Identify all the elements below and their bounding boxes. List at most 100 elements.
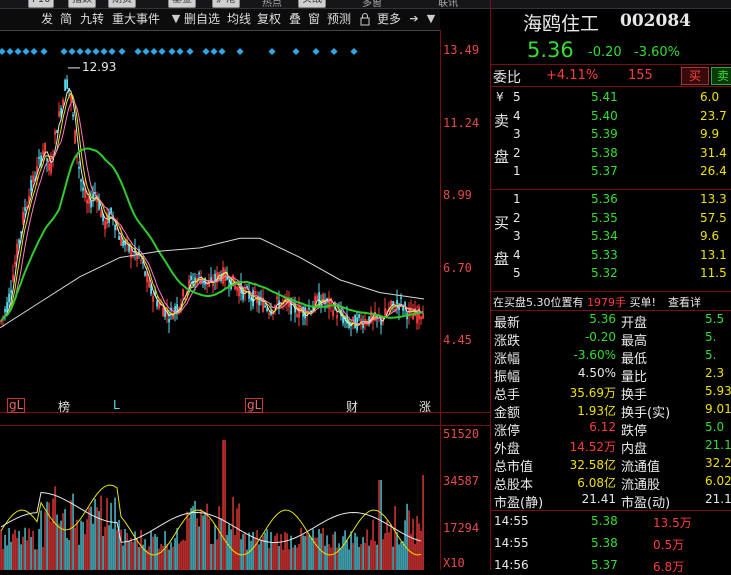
stat-value: -3.60% xyxy=(573,348,616,362)
stat-value: 1.93亿 xyxy=(577,404,616,418)
bid-price[interactable]: 5.34 xyxy=(591,229,618,243)
candle-body xyxy=(18,239,21,244)
ask-price[interactable]: 5.39 xyxy=(591,127,618,141)
volume-axis-label: 17294 xyxy=(443,521,480,535)
arrow-icon[interactable]: ➔ xyxy=(408,12,420,26)
volume-chart[interactable] xyxy=(0,426,440,570)
lock-icon[interactable] xyxy=(359,12,371,26)
event-marker[interactable]: L xyxy=(113,398,120,412)
volume-bar xyxy=(350,531,352,570)
ask-level: 1 xyxy=(513,164,521,179)
bid-price[interactable]: 5.32 xyxy=(591,266,618,280)
toolbar-overlay[interactable]: 叠 xyxy=(289,11,301,27)
tab-f10[interactable]: F10 xyxy=(28,0,55,8)
toolbar-major-events[interactable]: 重大事件 xyxy=(112,11,160,27)
ask-volume: 26.4 xyxy=(700,164,727,179)
stat-value: 5.93 xyxy=(705,384,731,398)
ask-price[interactable]: 5.41 xyxy=(591,90,618,104)
tick-volume: 6.8万 xyxy=(653,560,685,574)
tab-fund[interactable]: 基金 xyxy=(168,0,196,8)
divider xyxy=(491,510,731,511)
event-marker[interactable]: 涨 xyxy=(419,398,431,415)
volume-bar xyxy=(96,507,98,570)
stat-value: 21.41 xyxy=(581,492,616,506)
candle-body xyxy=(8,293,11,303)
sell-button[interactable]: 卖 xyxy=(711,67,731,85)
volume-bar xyxy=(376,544,378,570)
toolbar-window[interactable]: 窗 xyxy=(308,11,320,27)
buy-button[interactable]: 买 xyxy=(681,67,709,85)
volume-bar xyxy=(290,535,292,570)
volume-bar xyxy=(204,511,206,570)
ask-volume: 31.4 xyxy=(700,145,727,160)
event-marker[interactable]: gL xyxy=(7,398,26,413)
volume-bar xyxy=(138,546,140,570)
diamond-marker xyxy=(218,47,226,56)
volume-bar xyxy=(54,486,56,570)
volume-bar xyxy=(406,503,408,570)
tab-futures[interactable]: 期货 xyxy=(108,0,136,8)
toolbar-fa[interactable]: 发 xyxy=(41,11,53,27)
ask-price[interactable]: 5.40 xyxy=(591,109,618,123)
volume-bar xyxy=(22,536,24,570)
tab-multiwindow[interactable]: 多窗 xyxy=(362,0,382,8)
toolbar-forecast[interactable]: 预测 xyxy=(327,11,351,27)
tab-hot[interactable]: 热点 xyxy=(262,0,282,8)
volume-bar xyxy=(268,548,270,570)
stat-value: 9.01 xyxy=(705,402,731,416)
volume-bar xyxy=(366,529,368,570)
toolbar-jiuzhuan[interactable]: 九转 xyxy=(80,11,104,27)
stat-label: 总股本 xyxy=(494,478,534,493)
volume-bar xyxy=(378,480,380,570)
divider xyxy=(491,86,731,87)
candlestick-chart[interactable] xyxy=(0,30,440,412)
bid-price[interactable]: 5.36 xyxy=(591,192,618,206)
toolbar-ma[interactable]: 均线 xyxy=(227,11,251,27)
volume-bar xyxy=(172,546,174,570)
ask-price[interactable]: 5.38 xyxy=(591,146,618,160)
volume-bar xyxy=(336,547,338,570)
candle-body xyxy=(78,167,81,169)
view-detail-link[interactable]: 查看详 xyxy=(668,294,701,310)
volume-bar xyxy=(220,518,222,570)
stock-code: 002084 xyxy=(620,11,691,31)
divider xyxy=(491,310,731,311)
volume-bar xyxy=(270,531,272,570)
event-marker[interactable]: 榜 xyxy=(58,398,70,415)
tab-index[interactable]: 指数 xyxy=(68,0,96,8)
dropdown-icon[interactable]: ▼ xyxy=(425,12,437,26)
stat-label: 涨停 xyxy=(494,424,521,439)
volume-bar xyxy=(232,496,234,570)
volume-bar xyxy=(20,544,22,570)
stat-label: 换手(实) xyxy=(621,406,671,421)
stat-label: 跌停 xyxy=(621,424,648,439)
volume-bar xyxy=(190,507,192,570)
volume-bar xyxy=(110,502,112,570)
event-marker[interactable]: 财 xyxy=(346,398,358,415)
volume-bar xyxy=(236,508,238,570)
toolbar-restore-rights[interactable]: 复权 xyxy=(257,11,281,27)
event-marker[interactable]: gL xyxy=(245,398,264,413)
tab-lianxun[interactable]: 联讯 xyxy=(438,0,458,8)
volume-bar xyxy=(36,549,38,570)
volume-bar xyxy=(28,528,30,570)
candle-body xyxy=(24,207,27,211)
dropdown-icon[interactable]: ▼ xyxy=(170,12,182,26)
volume-bar xyxy=(80,520,82,570)
bid-price[interactable]: 5.35 xyxy=(591,211,618,225)
toolbar-more[interactable]: 更多 xyxy=(377,11,401,27)
toolbar-remove-watchlist[interactable]: 删自选 xyxy=(184,11,220,27)
volume-bar xyxy=(208,518,210,570)
bid-price[interactable]: 5.33 xyxy=(591,248,618,262)
volume-bar xyxy=(276,533,278,570)
stat-label: 总市值 xyxy=(494,460,534,475)
ask-price[interactable]: 5.37 xyxy=(591,164,618,178)
diamond-marker xyxy=(0,47,6,56)
sell-side-label: 盘 xyxy=(494,148,510,166)
stat-value: 6.12 xyxy=(589,420,616,434)
volume-bar xyxy=(396,532,398,570)
volume-bar xyxy=(390,524,392,570)
tab-practice[interactable]: 实战 xyxy=(298,0,326,8)
toolbar-jian[interactable]: 简 xyxy=(60,11,72,27)
tab-hk[interactable]: 沪港 xyxy=(212,0,240,8)
